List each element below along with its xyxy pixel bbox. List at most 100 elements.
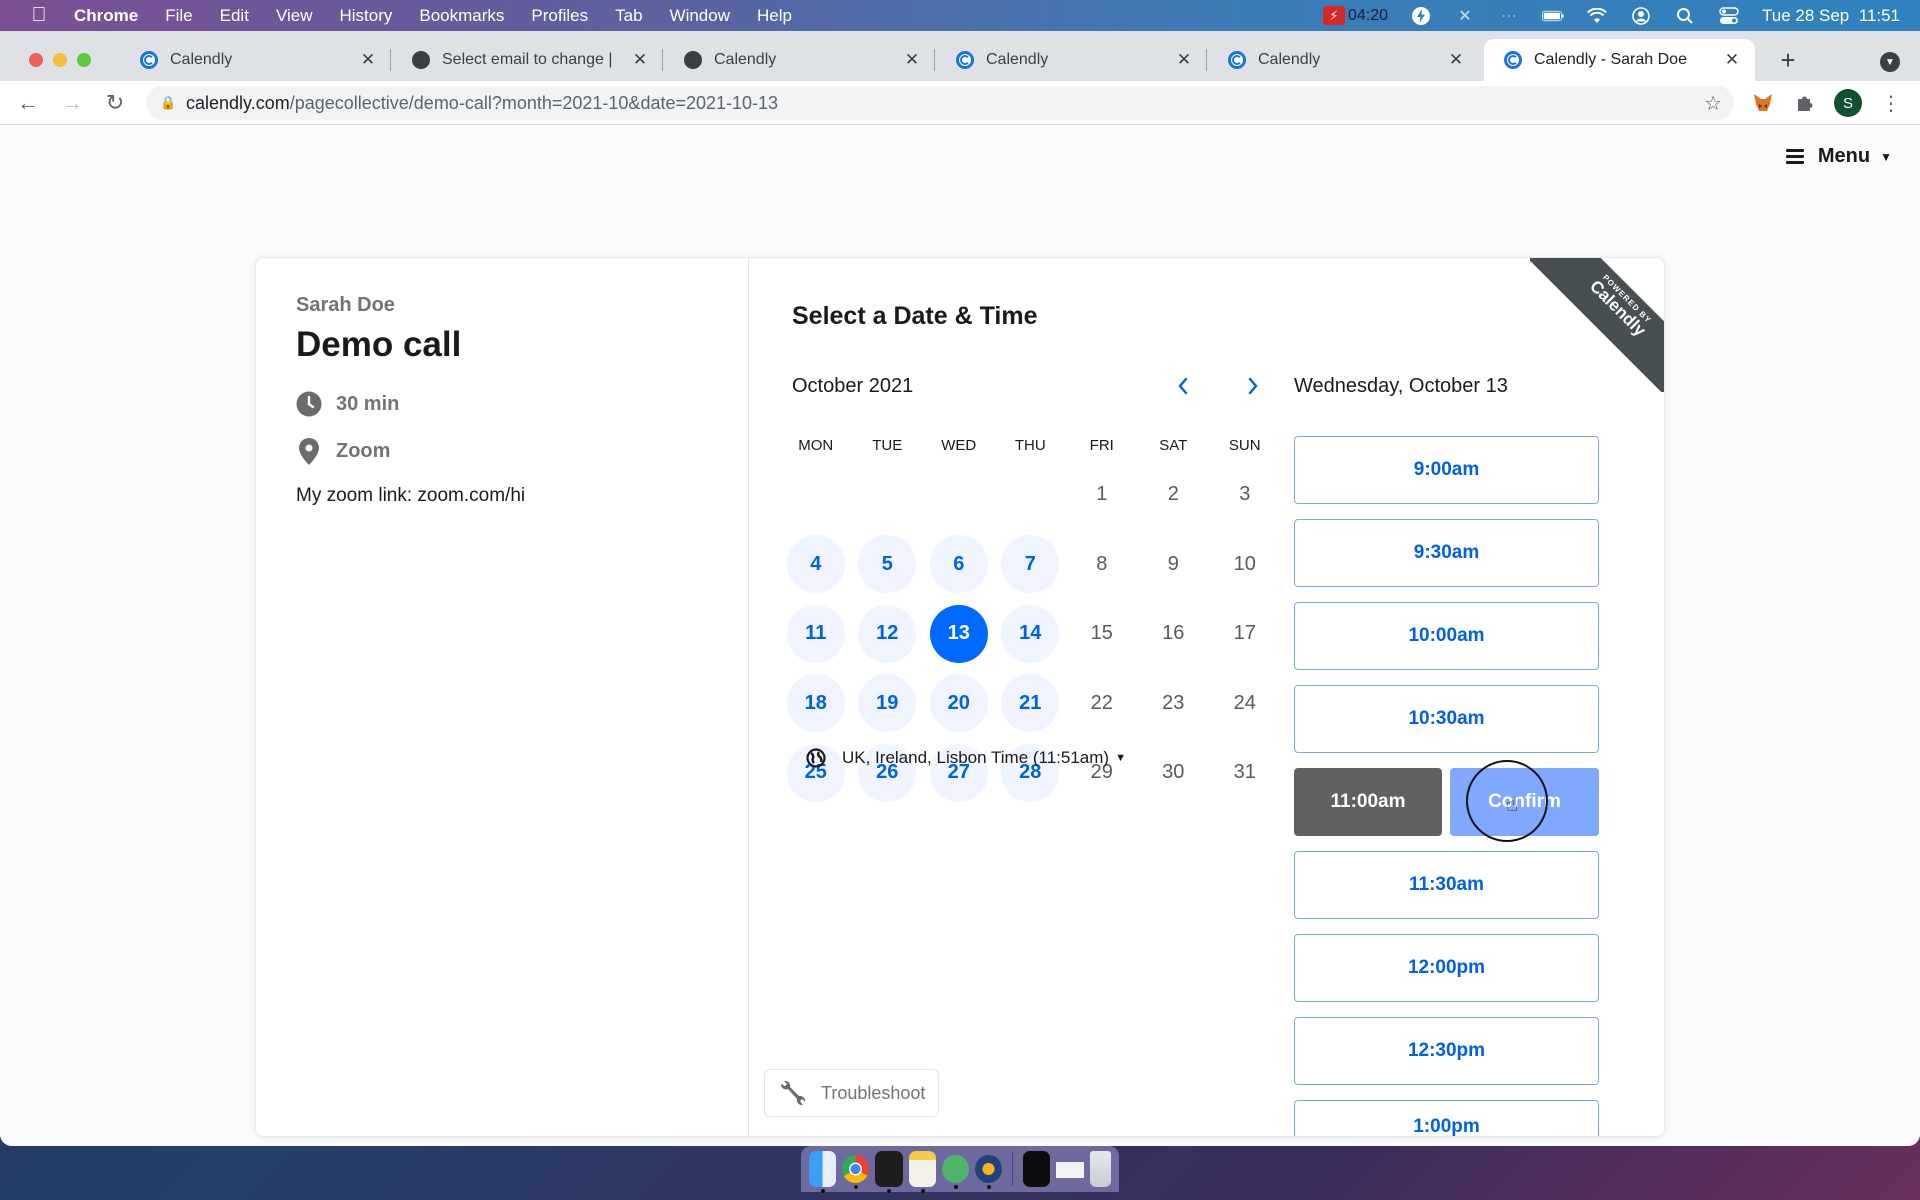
chrome-dock-icon[interactable]: [842, 1155, 870, 1189]
tab-title: Select email to change |: [442, 51, 613, 68]
timezone-selector[interactable]: UK, Ireland, Lisbon Time (11:51am) ▼: [806, 748, 1126, 768]
menu-file[interactable]: File: [165, 6, 192, 26]
tab-search-icon[interactable]: ▼: [1880, 52, 1900, 72]
tab-close-icon[interactable]: ✕: [631, 50, 649, 70]
calendar-day[interactable]: 11: [780, 599, 852, 669]
forward-icon[interactable]: →: [58, 89, 86, 117]
calendar-day[interactable]: 21: [995, 669, 1067, 739]
extensions-puzzle-icon[interactable]: [1793, 91, 1817, 115]
time-slot-button[interactable]: 1:00pm: [1294, 1100, 1599, 1136]
calendar-day[interactable]: 4: [780, 530, 852, 600]
troubleshoot-button[interactable]: Troubleshoot: [764, 1069, 939, 1117]
tab-calendly-3[interactable]: Calendly ✕: [936, 39, 1207, 81]
calendar-day[interactable]: 12: [852, 599, 924, 669]
site-menu-button[interactable]: Menu ▼: [1785, 145, 1892, 168]
tab-calendly-1[interactable]: Calendly ✕: [120, 39, 391, 81]
control-center-icon[interactable]: [1718, 6, 1740, 26]
tab-separator: [1206, 49, 1207, 71]
zoom-window-button[interactable]: [77, 53, 91, 67]
tab-calendly-4[interactable]: Calendly ✕: [1208, 39, 1479, 81]
bluetooth-off-icon[interactable]: ✕: [1454, 6, 1476, 26]
menu-history[interactable]: History: [339, 6, 392, 26]
close-window-button[interactable]: [29, 53, 43, 67]
time-slot-button[interactable]: 12:00pm: [1294, 934, 1599, 1002]
tab-select-email[interactable]: Select email to change | ✕: [392, 39, 663, 81]
reload-icon[interactable]: ↻: [101, 89, 129, 117]
ribbon-band: POWERED BY Calendly: [1530, 258, 1664, 392]
map-pin-icon: [296, 437, 322, 465]
bolt-app-icon[interactable]: [1410, 6, 1432, 26]
confirm-button[interactable]: Confirm ☝: [1450, 760, 1599, 842]
terminal-dock-icon[interactable]: [875, 1151, 903, 1193]
profile-avatar[interactable]: S: [1834, 89, 1862, 117]
time-slot-button[interactable]: 9:00am: [1294, 436, 1599, 504]
running-indicator: [920, 1189, 925, 1193]
preview-window-dock-icon[interactable]: [1056, 1151, 1084, 1187]
bookmark-star-icon[interactable]: ☆: [1704, 91, 1722, 116]
menu-help[interactable]: Help: [757, 6, 792, 26]
time-slot-button[interactable]: 11:30am: [1294, 851, 1599, 919]
window-controls: [29, 53, 91, 67]
address-bar[interactable]: 🔒 calendly.com/pagecollective/demo-call?…: [146, 86, 1734, 120]
menu-view[interactable]: View: [276, 6, 313, 26]
location-row: Zoom: [296, 437, 708, 465]
screen-recording-dock-icon[interactable]: [1023, 1151, 1051, 1187]
calendar-day[interactable]: 7: [995, 530, 1067, 600]
atom-dock-icon[interactable]: [941, 1155, 970, 1189]
metamask-extension-icon[interactable]: [1751, 91, 1775, 115]
screen-recorder-status[interactable]: ⚡ 04:20: [1322, 6, 1388, 25]
tab-calendly-sarah-doe[interactable]: Calendly - Sarah Doe ✕: [1484, 39, 1755, 81]
time-slot-button[interactable]: 10:00am: [1294, 602, 1599, 670]
calendar-day[interactable]: 19: [852, 669, 924, 739]
time-slot-button[interactable]: 12:30pm: [1294, 1017, 1599, 1085]
trash-dock-icon[interactable]: [1089, 1151, 1111, 1187]
back-icon[interactable]: ←: [14, 89, 42, 117]
menu-edit[interactable]: Edit: [220, 6, 249, 26]
tab-close-icon[interactable]: ✕: [1447, 50, 1465, 70]
menu-tab[interactable]: Tab: [615, 6, 642, 26]
spotlight-search-icon[interactable]: [1674, 6, 1696, 26]
tab-close-icon[interactable]: ✕: [1175, 50, 1193, 70]
tab-close-icon[interactable]: ✕: [903, 50, 921, 70]
calendar-day-number: 13: [929, 604, 988, 663]
time-slot-button[interactable]: 10:30am: [1294, 685, 1599, 753]
next-month-button[interactable]: [1238, 371, 1268, 401]
clock-icon: [296, 391, 322, 417]
calendar-day[interactable]: 20: [923, 669, 995, 739]
reeder-dock-icon[interactable]: [975, 1155, 1003, 1189]
calendar-day[interactable]: 6: [923, 530, 995, 600]
menubar-clock[interactable]: Tue 28 Sep 11:51: [1762, 6, 1900, 26]
user-account-icon[interactable]: [1630, 6, 1652, 26]
calendar-day-selected[interactable]: 13: [923, 599, 995, 669]
menu-window[interactable]: Window: [670, 6, 730, 26]
calendar-day[interactable]: 5: [852, 530, 924, 600]
menu-app-chrome[interactable]: Chrome: [74, 6, 138, 26]
tab-close-icon[interactable]: ✕: [359, 50, 377, 70]
notes-dock-icon[interactable]: [908, 1151, 936, 1193]
brightness-icon[interactable]: ⋯: [1498, 6, 1520, 26]
calendar-day: 3: [1209, 460, 1281, 530]
calendar-day[interactable]: 18: [780, 669, 852, 739]
tab-close-icon[interactable]: ✕: [1723, 50, 1741, 70]
calendar-day-number: 17: [1233, 622, 1256, 645]
tab-calendly-2[interactable]: Calendly ✕: [664, 39, 935, 81]
chrome-menu-icon[interactable]: ⋮: [1879, 91, 1903, 115]
powered-by-calendly-badge[interactable]: POWERED BY Calendly: [1530, 258, 1664, 392]
minimize-window-button[interactable]: [53, 53, 67, 67]
calendar-day-number: 12: [858, 604, 917, 663]
wifi-icon[interactable]: [1586, 6, 1608, 26]
apple-menu-icon[interactable]: : [28, 4, 50, 27]
globe-icon: [684, 51, 702, 69]
selected-time-slot[interactable]: 11:00am: [1294, 768, 1442, 836]
globe-icon: [412, 51, 430, 69]
battery-icon[interactable]: [1542, 6, 1564, 26]
finder-dock-icon[interactable]: [809, 1151, 837, 1193]
calendar-day-number: 31: [1233, 761, 1256, 784]
calendar-day[interactable]: 14: [995, 599, 1067, 669]
new-tab-button[interactable]: +: [1773, 45, 1803, 76]
menu-profiles[interactable]: Profiles: [531, 6, 588, 26]
time-slot-button[interactable]: 9:30am: [1294, 519, 1599, 587]
previous-month-button[interactable]: [1168, 371, 1198, 401]
menu-bookmarks[interactable]: Bookmarks: [419, 6, 504, 26]
tab-separator: [390, 49, 391, 71]
